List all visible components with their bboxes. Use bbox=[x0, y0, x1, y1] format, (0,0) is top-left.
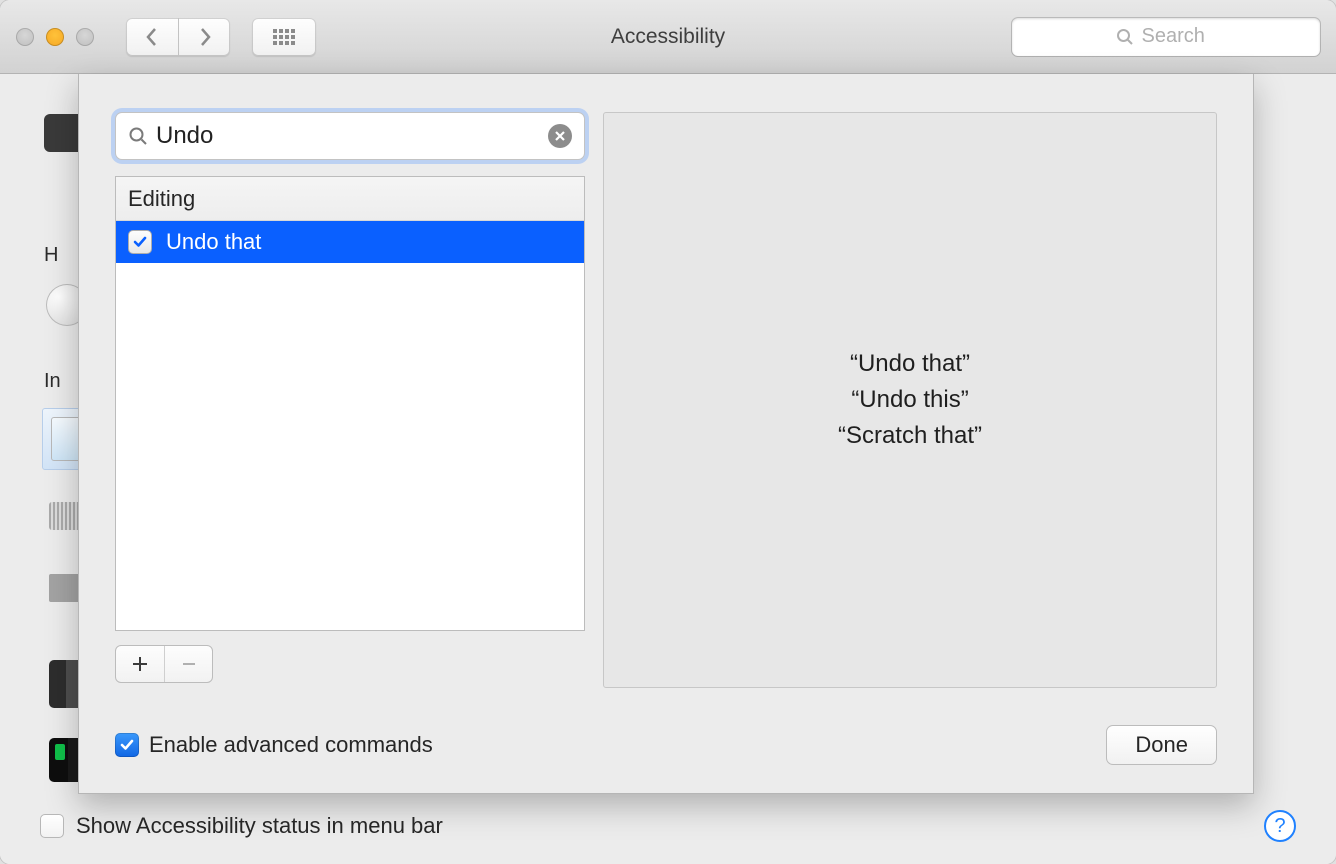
check-icon bbox=[120, 739, 134, 751]
footer-row: Show Accessibility status in menu bar ? bbox=[40, 810, 1296, 842]
status-menubar-checkbox[interactable] bbox=[40, 814, 64, 838]
add-remove-group bbox=[115, 645, 213, 683]
enable-advanced-checkbox[interactable] bbox=[115, 733, 139, 757]
back-button[interactable] bbox=[126, 18, 178, 56]
zoom-button[interactable] bbox=[76, 28, 94, 46]
chevron-right-icon bbox=[198, 27, 212, 47]
titlebar: Accessibility bbox=[0, 0, 1336, 74]
check-icon bbox=[133, 236, 147, 248]
enable-advanced-row[interactable]: Enable advanced commands bbox=[115, 732, 433, 758]
clear-search-button[interactable] bbox=[548, 124, 572, 148]
done-button[interactable]: Done bbox=[1106, 725, 1217, 765]
show-all-button[interactable] bbox=[252, 18, 316, 56]
minimize-button[interactable] bbox=[46, 28, 64, 46]
close-button[interactable] bbox=[16, 28, 34, 46]
traffic-lights bbox=[16, 28, 94, 46]
command-detail-panel: “Undo that” “Undo this” “Scratch that” bbox=[603, 112, 1217, 688]
grid-icon bbox=[273, 29, 295, 45]
window-title: Accessibility bbox=[611, 25, 725, 49]
help-button[interactable]: ? bbox=[1264, 810, 1296, 842]
search-icon bbox=[1116, 28, 1134, 46]
toolbar-search[interactable] bbox=[1012, 18, 1320, 56]
toolbar-search-input[interactable] bbox=[1142, 25, 1217, 48]
question-icon: ? bbox=[1274, 815, 1285, 838]
add-command-button[interactable] bbox=[116, 646, 164, 682]
command-label: Undo that bbox=[166, 229, 261, 255]
sidebar-section-hearing: H bbox=[44, 244, 58, 267]
command-search-input[interactable] bbox=[156, 122, 548, 150]
command-list-header: Editing bbox=[116, 177, 584, 221]
forward-button[interactable] bbox=[178, 18, 230, 56]
remove-command-button[interactable] bbox=[164, 646, 212, 682]
enable-advanced-label: Enable advanced commands bbox=[149, 732, 433, 758]
plus-icon bbox=[132, 656, 148, 672]
command-list: Editing Undo that bbox=[115, 176, 585, 631]
command-checkbox[interactable] bbox=[128, 230, 152, 254]
command-search-field[interactable] bbox=[115, 112, 585, 160]
variant-phrase: “Undo this” bbox=[851, 386, 968, 414]
close-icon bbox=[554, 130, 566, 142]
variant-phrase: “Undo that” bbox=[850, 350, 970, 378]
search-icon bbox=[128, 126, 148, 146]
chevron-left-icon bbox=[145, 27, 159, 47]
commands-sheet: Editing Undo that bbox=[78, 74, 1254, 794]
sidebar-section-interacting: In bbox=[44, 370, 61, 393]
nav-group bbox=[126, 18, 230, 56]
minus-icon bbox=[181, 656, 197, 672]
content: H In Editing bbox=[0, 74, 1336, 864]
window: Accessibility H In bbox=[0, 0, 1336, 864]
status-menubar-label: Show Accessibility status in menu bar bbox=[76, 813, 443, 839]
command-list-item-selected[interactable]: Undo that bbox=[116, 221, 584, 263]
variant-phrase: “Scratch that” bbox=[838, 422, 982, 450]
